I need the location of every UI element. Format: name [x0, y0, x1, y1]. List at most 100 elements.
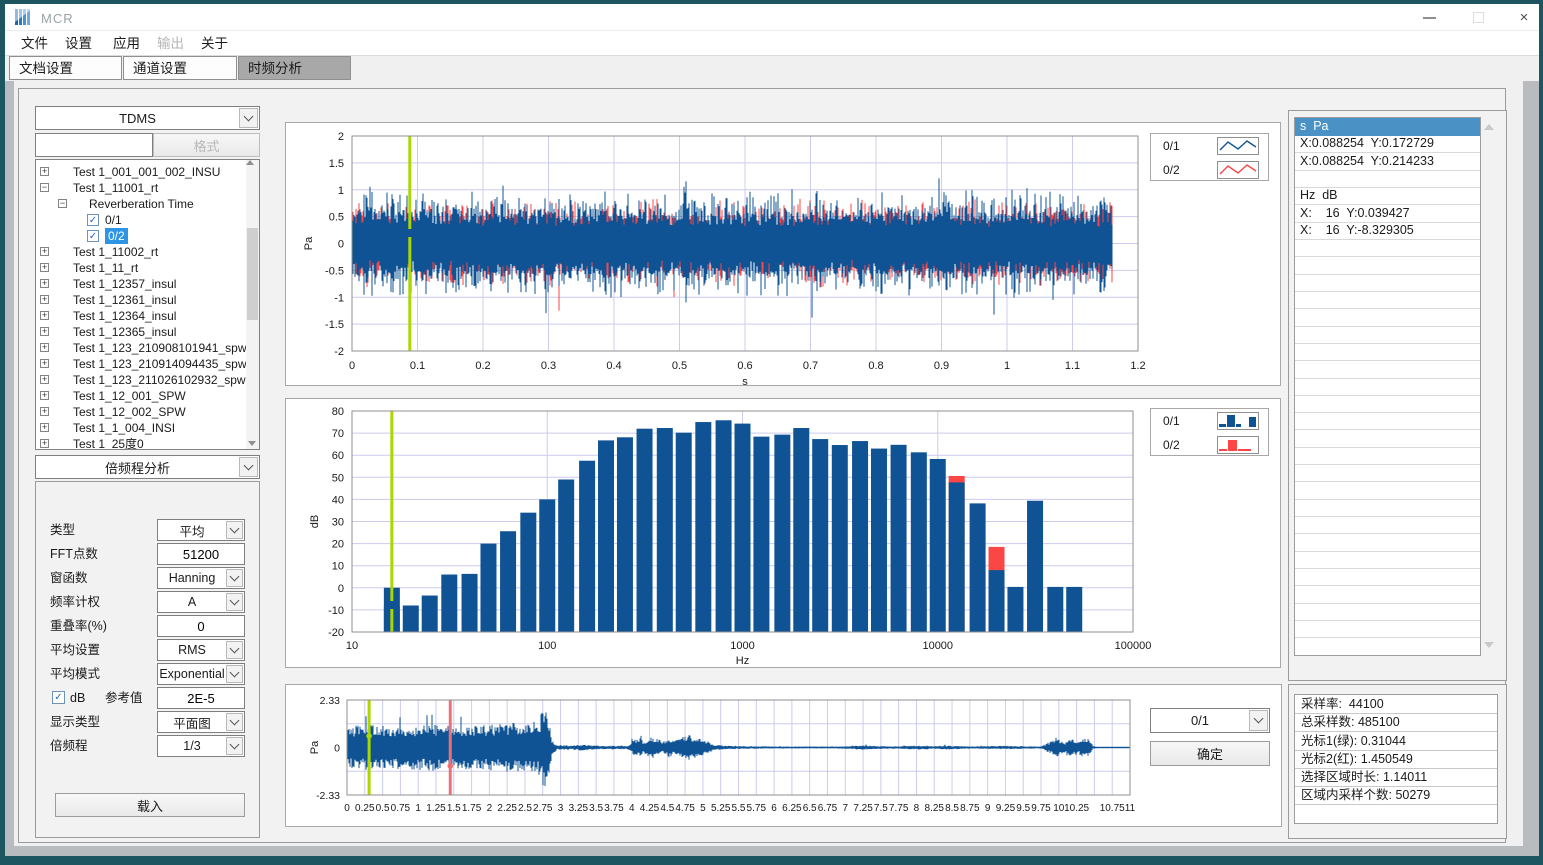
bar-0-1-50[interactable]	[480, 544, 496, 632]
tree-expand-icon[interactable]: +	[40, 423, 49, 432]
form-combo-9[interactable]: 1/3	[157, 735, 245, 757]
channel-select[interactable]: 0/1	[1150, 708, 1270, 733]
overview-waveform-chart[interactable]: 2.330-2.3300.250.50.7511.251.51.7522.252…	[285, 684, 1282, 827]
bar-0-1-400[interactable]	[657, 428, 673, 632]
file-tree[interactable]: +Test 1_001_001_002_INSU−Test 1_11001_rt…	[35, 159, 260, 450]
scroll-down-icon[interactable]	[248, 441, 256, 446]
bar-0-1-3150[interactable]	[832, 445, 848, 632]
bar-0-1-20[interactable]	[403, 605, 419, 632]
form-input-4[interactable]	[157, 615, 245, 637]
menu-item-0[interactable]: 文件	[19, 31, 50, 56]
bar-0-1-250[interactable]	[617, 437, 633, 632]
tree-collapse-icon[interactable]: −	[40, 183, 49, 192]
scroll-up-icon[interactable]	[1484, 124, 1494, 130]
bar-0-1-20000[interactable]	[989, 570, 1005, 632]
cursor-readout-list[interactable]: s PaX:0.088254 Y:0.172729X:0.088254 Y:0.…	[1294, 117, 1481, 656]
tree-item-label[interactable]: Test 1_12361_insul	[73, 292, 176, 308]
bar-0-1-125[interactable]	[558, 480, 574, 632]
tree-item-label[interactable]: Test 1_12365_insul	[73, 324, 176, 340]
chevron-down-icon[interactable]	[226, 593, 243, 611]
cursor-readout-row-3[interactable]	[1295, 170, 1480, 188]
tree-item-label[interactable]: Test 1_123_211026102932_spw	[73, 372, 246, 388]
form-combo-2[interactable]: Hanning	[157, 567, 245, 589]
bar-0-1-1250[interactable]	[753, 437, 769, 632]
cursor-readout-row-19[interactable]	[1295, 447, 1480, 465]
tree-collapse-icon[interactable]: −	[58, 199, 67, 208]
bar-0-1-315[interactable]	[637, 429, 653, 632]
format-button[interactable]: 格式	[153, 133, 260, 157]
cursor-readout-row-15[interactable]	[1295, 378, 1480, 396]
file-format-select[interactable]: TDMS	[35, 106, 260, 130]
tree-item-label[interactable]: Test 1_12_002_SPW	[73, 404, 186, 420]
cursor-readout-row-4[interactable]: Hz dB	[1295, 187, 1480, 205]
cursor-readout-row-29[interactable]	[1295, 620, 1480, 638]
cursor-readout-row-20[interactable]	[1295, 464, 1480, 482]
bar-0-1-2500[interactable]	[812, 439, 828, 632]
chevron-down-icon[interactable]	[1249, 710, 1268, 731]
cursor-readout-row-21[interactable]	[1295, 482, 1480, 500]
cursor-readout-row-26[interactable]	[1295, 568, 1480, 586]
load-button[interactable]: 载入	[55, 793, 245, 817]
tree-expand-icon[interactable]: +	[40, 263, 49, 272]
bar-0-1-500[interactable]	[676, 433, 692, 632]
bar-0-1-40[interactable]	[462, 574, 478, 632]
red-cursor-handle[interactable]	[447, 763, 453, 769]
cursor-readout-row-18[interactable]	[1295, 430, 1480, 448]
tree-scrollbar[interactable]	[246, 160, 259, 449]
tree-item-label[interactable]: Test 1_25度0	[73, 436, 144, 450]
cursor-readout-row-28[interactable]	[1295, 603, 1480, 621]
tree-item-label[interactable]: Test 1_12357_insul	[73, 276, 176, 292]
tree-expand-icon[interactable]: +	[40, 359, 49, 368]
cursor-readout-row-8[interactable]	[1295, 257, 1480, 275]
tree-expand-icon[interactable]: +	[40, 295, 49, 304]
tree-item-label[interactable]: Test 1_12364_insul	[73, 308, 176, 324]
form-combo-8[interactable]: 平面图	[157, 711, 245, 733]
bar-0-1-8000[interactable]	[911, 452, 927, 632]
chevron-down-icon[interactable]	[226, 737, 243, 755]
tab-1[interactable]: 通道设置	[123, 56, 237, 80]
form-combo-5[interactable]: RMS	[157, 639, 245, 661]
tree-item-label[interactable]: Test 1_11_rt	[73, 260, 138, 276]
chevron-down-icon[interactable]	[226, 641, 243, 659]
tree-checkbox[interactable]: ✓	[87, 230, 99, 242]
cursor-readout-row-30[interactable]	[1295, 638, 1480, 656]
cursor-readout-row-2[interactable]: X:0.088254 Y:0.214233	[1295, 153, 1480, 171]
tree-item-label[interactable]: Test 1_123_210908101941_spw	[73, 340, 246, 356]
tree-item-label[interactable]: Test 1_12_001_SPW	[73, 388, 186, 404]
tree-expand-icon[interactable]: +	[40, 439, 49, 448]
form-combo-6[interactable]: Exponential	[157, 663, 245, 685]
minimize-button[interactable]	[1414, 4, 1444, 31]
bar-0-1-5000[interactable]	[871, 449, 887, 632]
tree-scrollbar-thumb[interactable]	[247, 228, 258, 320]
bar-0-1-31.5[interactable]	[441, 575, 457, 632]
tree-expand-icon[interactable]: +	[40, 279, 49, 288]
search-input[interactable]	[35, 133, 153, 157]
tree-item-label[interactable]: 0/1	[105, 212, 122, 228]
cursor-readout-row-11[interactable]	[1295, 309, 1480, 327]
cursor-readout-row-17[interactable]	[1295, 412, 1480, 430]
chevron-down-icon[interactable]	[226, 521, 243, 539]
tree-item-label[interactable]: Test 1_11001_rt	[73, 180, 158, 196]
menu-item-4[interactable]: 关于	[199, 31, 230, 56]
confirm-button[interactable]: 确定	[1150, 741, 1270, 766]
bar-0-1-1600[interactable]	[774, 435, 790, 632]
form-input-1[interactable]	[157, 543, 245, 565]
tree-expand-icon[interactable]: +	[40, 391, 49, 400]
time-waveform-chart[interactable]: 21.510.50-0.5-1-1.5-200.10.20.30.40.50.6…	[285, 122, 1281, 386]
cursor-readout-row-16[interactable]	[1295, 395, 1480, 413]
bar-0-1-25000[interactable]	[1007, 587, 1023, 632]
cursor-readout-row-9[interactable]	[1295, 274, 1480, 292]
tree-expand-icon[interactable]: +	[40, 247, 49, 256]
bar-0-1-31500[interactable]	[1027, 501, 1043, 632]
tree-expand-icon[interactable]: +	[40, 167, 49, 176]
cursor-readout-row-23[interactable]	[1295, 516, 1480, 534]
analysis-type-select[interactable]: 倍频程分析	[35, 455, 260, 479]
bar-0-1-200[interactable]	[598, 440, 614, 632]
tree-item-label[interactable]: Test 1_001_001_002_INSU	[73, 164, 220, 180]
bar-0-1-800[interactable]	[716, 420, 732, 632]
cursor-readout-row-27[interactable]	[1295, 586, 1480, 604]
cursor-readout-row-14[interactable]	[1295, 361, 1480, 379]
db-checkbox[interactable]: ✓	[52, 691, 65, 704]
cursor-readout-row-5[interactable]: X: 16 Y:0.039427	[1295, 205, 1480, 223]
scroll-down-icon[interactable]	[1484, 642, 1494, 648]
